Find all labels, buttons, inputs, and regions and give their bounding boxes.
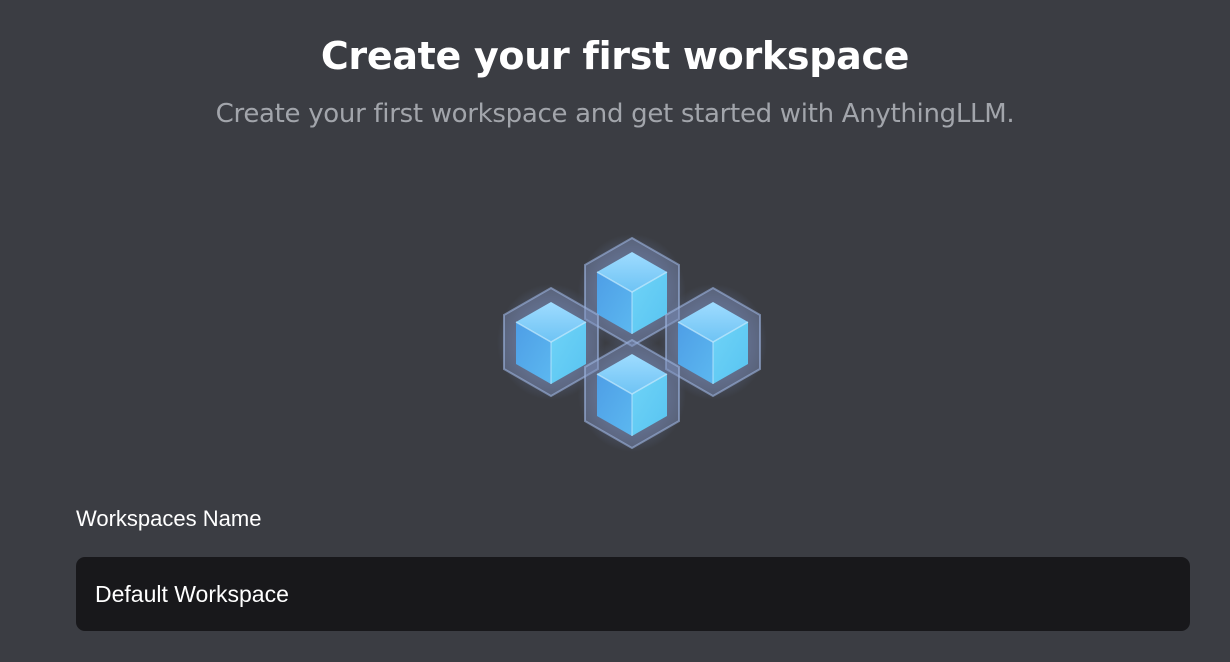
workspace-cubes-icon <box>496 233 768 453</box>
onboarding-page: Create your first workspace Create your … <box>0 0 1230 662</box>
workspace-name-label: Workspaces Name <box>76 506 262 531</box>
page-subtitle: Create your first workspace and get star… <box>215 99 1015 129</box>
cube-bottom <box>577 335 687 453</box>
workspace-name-input[interactable] <box>76 557 1190 631</box>
page-title: Create your first workspace <box>320 34 910 78</box>
